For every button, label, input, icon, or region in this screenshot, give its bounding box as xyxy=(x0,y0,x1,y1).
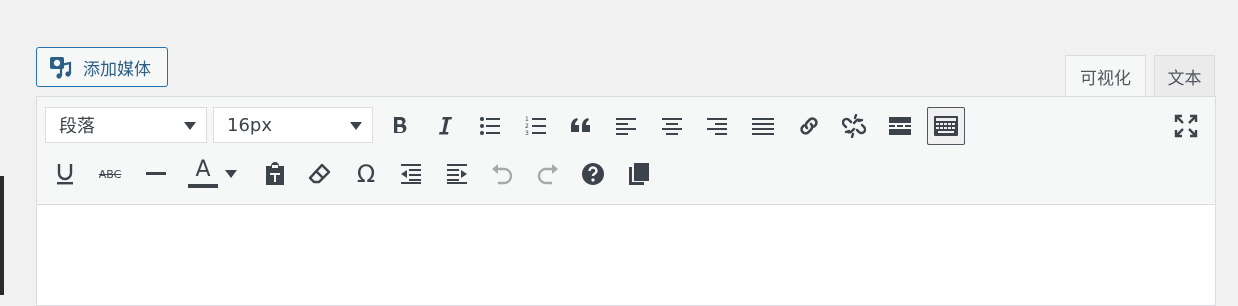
indent-icon xyxy=(447,164,467,184)
italic-icon xyxy=(439,117,452,135)
help-icon xyxy=(582,163,604,185)
text-color-button[interactable]: A xyxy=(183,154,239,194)
align-center-icon xyxy=(662,118,682,135)
bold-button[interactable] xyxy=(382,108,418,144)
underline-button[interactable] xyxy=(47,156,83,192)
svg-text:3: 3 xyxy=(525,130,529,137)
strikethrough-button[interactable]: ABC xyxy=(92,156,128,192)
undo-button[interactable] xyxy=(484,156,520,192)
unlink-icon xyxy=(842,114,866,138)
align-left-icon xyxy=(616,118,636,135)
numbered-list-button[interactable]: 123 xyxy=(518,108,554,144)
font-size-select[interactable]: 16px xyxy=(213,107,373,143)
clipboard-icon xyxy=(266,162,284,185)
paste-as-text-button[interactable] xyxy=(257,156,293,192)
text-color-swatch xyxy=(188,184,218,188)
chevron-down-icon xyxy=(184,122,196,130)
read-more-icon xyxy=(889,117,911,135)
align-right-button[interactable] xyxy=(699,108,735,144)
chevron-down-icon[interactable] xyxy=(225,170,237,178)
outdent-icon xyxy=(401,164,421,184)
align-right-icon xyxy=(707,118,727,135)
copy-icon xyxy=(629,163,649,185)
text-color-letter: A xyxy=(195,157,211,182)
strikethrough-icon: ABC xyxy=(98,167,122,181)
help-button[interactable] xyxy=(575,156,611,192)
link-icon xyxy=(800,117,818,135)
horizontal-line-icon xyxy=(146,172,166,175)
fullscreen-icon xyxy=(1174,114,1198,138)
tab-visual[interactable]: 可视化 xyxy=(1065,55,1146,97)
font-size-select-value: 16px xyxy=(227,114,272,136)
editor-toolbar: 段落 16px 123 ABC A Ω xyxy=(37,97,1215,205)
svg-text:1: 1 xyxy=(525,116,529,123)
add-media-button[interactable]: 添加媒体 xyxy=(36,47,168,87)
format-select[interactable]: 段落 xyxy=(45,107,207,143)
align-left-button[interactable] xyxy=(608,108,644,144)
outdent-button[interactable] xyxy=(393,156,429,192)
window-edge xyxy=(0,0,4,295)
horizontal-line-button[interactable] xyxy=(138,156,174,192)
justify-icon xyxy=(752,118,774,135)
format-select-value: 段落 xyxy=(59,116,95,137)
add-media-icon xyxy=(49,54,75,80)
align-center-button[interactable] xyxy=(654,108,690,144)
special-character-button[interactable]: Ω xyxy=(348,156,384,192)
indent-button[interactable] xyxy=(439,156,475,192)
svg-text:2: 2 xyxy=(525,123,529,130)
blockquote-button[interactable] xyxy=(563,108,599,144)
numbered-list-icon: 123 xyxy=(525,116,546,137)
remove-link-button[interactable] xyxy=(836,108,872,144)
bullet-list-icon xyxy=(480,117,500,135)
redo-button[interactable] xyxy=(530,156,566,192)
keyboard-icon xyxy=(934,116,958,136)
omega-icon: Ω xyxy=(356,160,376,188)
chevron-down-icon xyxy=(350,122,362,130)
bullet-list-button[interactable] xyxy=(472,108,508,144)
text-color-icon: A xyxy=(188,156,218,190)
blockquote-icon xyxy=(571,118,590,132)
undo-icon xyxy=(492,164,513,185)
insert-link-button[interactable] xyxy=(791,108,827,144)
bold-icon xyxy=(394,117,407,133)
read-more-button[interactable] xyxy=(882,108,918,144)
underline-icon xyxy=(57,164,73,185)
eraser-icon xyxy=(308,163,331,184)
add-media-label: 添加媒体 xyxy=(83,59,151,80)
editor-container: 段落 16px 123 ABC A Ω xyxy=(36,96,1216,306)
fullscreen-button[interactable] xyxy=(1168,108,1204,144)
toolbar-toggle-button[interactable] xyxy=(927,107,965,145)
copy-button[interactable] xyxy=(621,156,657,192)
justify-button[interactable] xyxy=(745,108,781,144)
tab-text[interactable]: 文本 xyxy=(1154,55,1215,96)
italic-button[interactable] xyxy=(427,108,463,144)
redo-icon xyxy=(537,164,558,185)
clear-formatting-button[interactable] xyxy=(302,156,338,192)
